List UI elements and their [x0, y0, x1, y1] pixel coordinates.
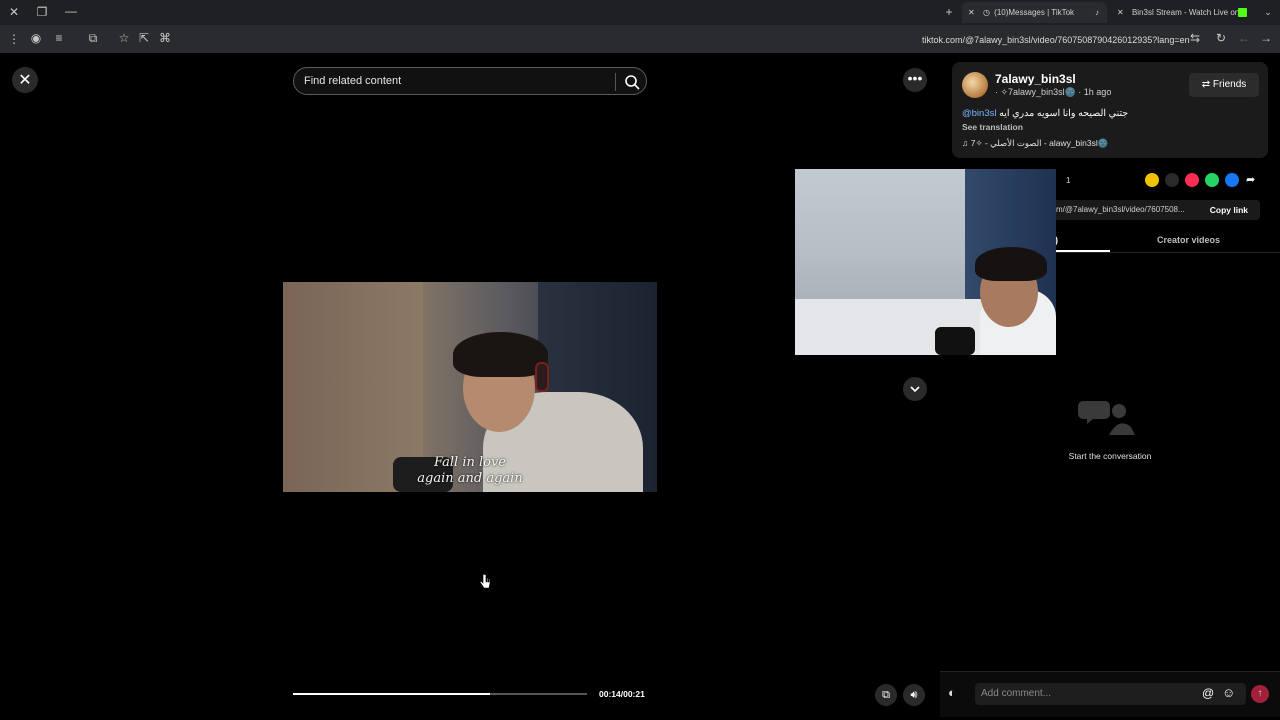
conversation-empty-icon — [1078, 401, 1135, 435]
copy-link-button[interactable]: Copy link — [1210, 205, 1248, 215]
comment-placeholder: Add comment... — [981, 688, 1052, 699]
copy-link-box: m/@7alawy_bin3sl/video/7607508... Copy l… — [1048, 200, 1260, 220]
mouse-cursor-icon — [480, 573, 491, 589]
reload-icon[interactable]: ↻ — [1213, 31, 1229, 45]
video-timecode: 00:14/00:21 — [599, 689, 645, 699]
video-info-card: 7alawy_bin3sl · ✧7alawy_bin3sl🌚 · 1h ago… — [952, 62, 1268, 158]
search-icon[interactable] — [623, 73, 641, 91]
video-progress-fill — [293, 693, 490, 695]
post-comment-button[interactable]: ↑ — [1251, 685, 1269, 703]
profile-icon[interactable]: ◉ — [28, 31, 44, 45]
person-hair — [453, 332, 548, 377]
user-avatar-icon[interactable]: ◐ — [948, 685, 956, 700]
description-mention[interactable]: @bin3sl — [962, 108, 996, 119]
tab-close-icon[interactable]: ✕ — [1117, 8, 1124, 17]
search-input[interactable]: Find related content — [304, 75, 401, 87]
close-icon: ✕ — [18, 72, 32, 89]
chevron-down-icon — [910, 386, 920, 393]
tab-close-icon[interactable]: ✕ — [968, 8, 975, 17]
emoji-share-icon[interactable] — [1145, 173, 1159, 187]
avatar[interactable] — [962, 72, 988, 98]
find-related-search[interactable]: Find related content — [293, 67, 647, 95]
video-description: @bin3sl جتني الصيحه وانا اسويه مدري ايه — [962, 108, 1128, 119]
next-video-button[interactable] — [903, 377, 927, 401]
close-icon[interactable]: ✕ — [6, 5, 22, 19]
video-caption-line-2: again and again — [417, 471, 523, 486]
back-icon[interactable]: → — [1258, 31, 1274, 45]
ellipsis-icon: ••• — [907, 70, 923, 86]
tiktok-favicon-icon: ◷ — [982, 8, 990, 17]
tab-title: Bin3sl Stream - Watch Live on K — [1131, 8, 1247, 17]
tab-kick-stream[interactable]: ✕ Bin3sl Stream - Watch Live on K — [1113, 2, 1253, 23]
emoji-icon[interactable]: ☺ — [1222, 685, 1235, 700]
mention-at-icon[interactable]: @ — [1202, 686, 1214, 700]
like-count: 1 — [1066, 176, 1071, 185]
floating-player-button[interactable]: ⧉ — [875, 684, 897, 706]
embed-code-icon[interactable] — [1165, 173, 1179, 187]
video-link-text: m/@7alawy_bin3sl/video/7607508... — [1056, 205, 1185, 214]
share-page-icon[interactable]: ⇱ — [136, 31, 152, 45]
pip-hair — [975, 247, 1047, 281]
new-tab-icon[interactable]: + — [941, 5, 957, 19]
creator-username[interactable]: 7alawy_bin3sl — [995, 72, 1076, 86]
menu-icon[interactable]: ⋮ — [6, 32, 22, 46]
search-divider — [615, 73, 616, 91]
browser-tab-bar: ✕ ❐ — + ✕ ◷ (10)Messages | TikTok ♪ ✕ Bi… — [0, 0, 1280, 25]
creator-subline: · ✧7alawy_bin3sl🌚 · 1h ago — [995, 87, 1111, 98]
friends-button[interactable]: ⇄ Friends — [1189, 73, 1259, 97]
extensions-icon[interactable]: ⧉ — [85, 31, 101, 45]
share-arrow-icon[interactable]: ➦ — [1246, 173, 1255, 186]
tab-tiktok-messages[interactable]: ✕ ◷ (10)Messages | TikTok ♪ — [962, 2, 1107, 23]
close-video-button[interactable]: ✕ — [12, 67, 38, 93]
minimize-icon[interactable]: — — [63, 4, 79, 18]
translate-icon[interactable]: ⌘ — [157, 31, 173, 45]
video-progress-bar[interactable] — [293, 693, 587, 695]
tab-creator-videos[interactable]: Creator videos — [1157, 235, 1220, 245]
restore-icon[interactable]: ❐ — [34, 5, 50, 19]
volume-icon: 🔊︎ — [910, 689, 918, 701]
pip-microphone — [935, 327, 975, 355]
tab-title: (10)Messages | TikTok — [994, 8, 1075, 17]
see-translation-link[interactable]: See translation — [962, 122, 1023, 132]
tab-groups-icon[interactable]: ≡ — [51, 31, 67, 45]
headset — [535, 362, 549, 392]
whatsapp-icon[interactable] — [1205, 173, 1219, 187]
bookmark-star-icon[interactable]: ☆ — [116, 31, 132, 45]
tiktok-logo-icon: ♪ — [1095, 8, 1099, 17]
send-to-friends-icon[interactable] — [1185, 173, 1199, 187]
kick-favicon-icon — [1238, 8, 1247, 17]
creator-handle: · ✧7alawy_bin3sl🌚 — [995, 87, 1076, 97]
description-text: جتني الصيحه وانا اسويه مدري ايه — [999, 108, 1129, 119]
more-options-button[interactable]: ••• — [903, 68, 927, 92]
video-frame: Fall in love again and again — [283, 282, 657, 492]
forward-icon[interactable]: ← — [1236, 31, 1252, 45]
picture-in-picture-video[interactable] — [795, 169, 1056, 355]
friends-label: Friends — [1212, 79, 1247, 90]
video-caption-line-1: Fall in love — [433, 455, 507, 470]
address-bar[interactable]: tiktok.com/@7alawy_bin3sl/video/76075087… — [922, 35, 1190, 45]
arrow-up-icon: ↑ — [1257, 688, 1263, 699]
music-link[interactable]: ♫ 7✧ - الصوت الأصلي - alawy_bin3sl🌚 — [962, 138, 1108, 149]
friends-swap-icon: ⇄ — [1201, 79, 1211, 90]
tab-search-icon[interactable]: ⌄ — [1260, 5, 1276, 19]
mini-player-icon: ⧉ — [882, 689, 890, 701]
facebook-icon[interactable] — [1225, 173, 1239, 187]
volume-button[interactable]: 🔊︎ — [903, 684, 925, 706]
post-time: · 1h ago — [1078, 87, 1112, 97]
empty-conversation-text: Start the conversation — [1068, 451, 1152, 461]
